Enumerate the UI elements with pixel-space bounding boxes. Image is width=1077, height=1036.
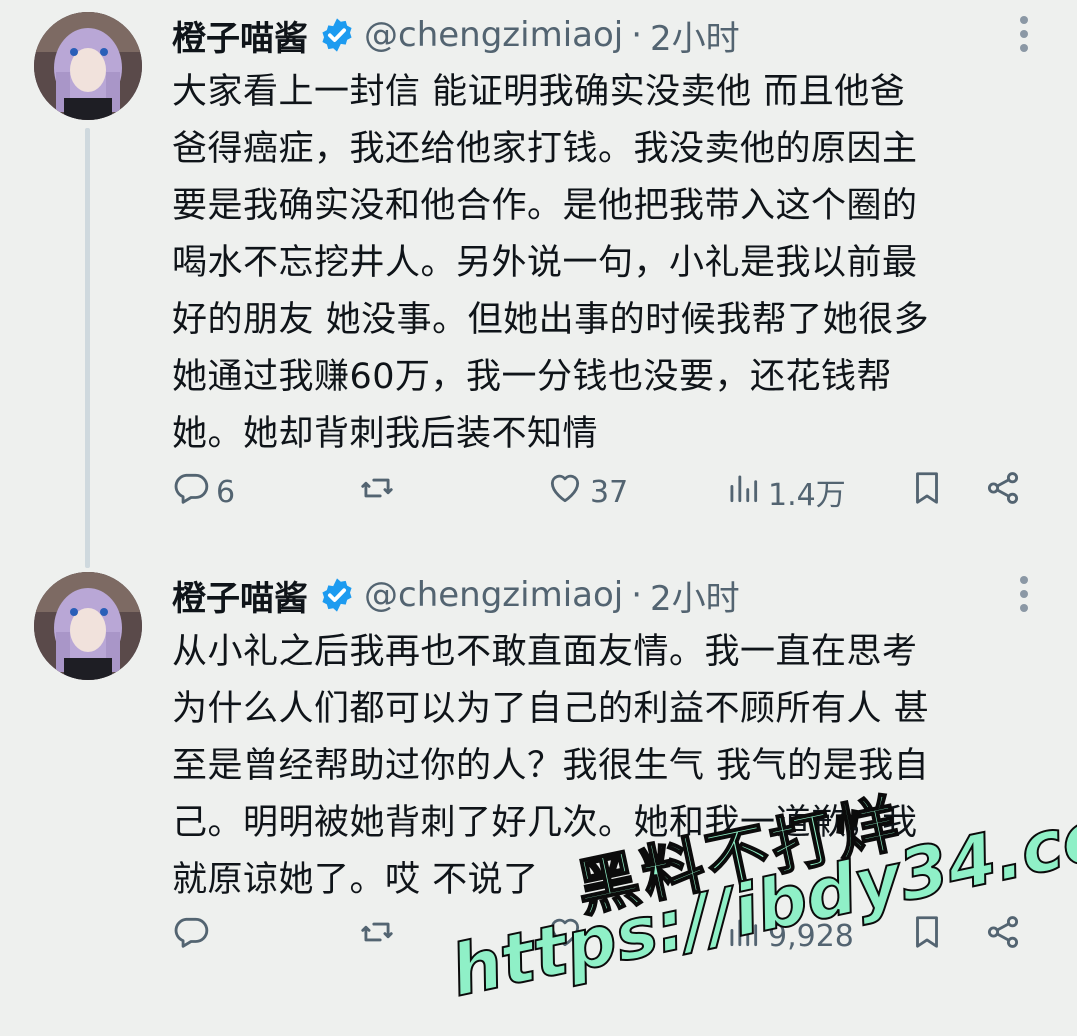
tweet-actions: 9,928 — [172, 910, 1042, 962]
thread-connector-line — [85, 128, 90, 568]
retweet-button[interactable] — [358, 466, 402, 518]
views-button[interactable]: 1.4万 — [724, 466, 846, 518]
tweet-header: 橙子喵酱 @chengzimiaoj · 2小时 — [172, 570, 740, 620]
retweet-button[interactable] — [358, 910, 402, 962]
tweet-text-line: 她。她却背刺我后装不知情 — [172, 414, 599, 454]
author-handle[interactable]: @chengzimiaoj — [364, 575, 623, 615]
views-chart-icon — [724, 913, 762, 959]
tweet-text-line: 从小礼之后我再也不敢直面友情。我一直在思考 — [172, 632, 918, 672]
tweet-text-line: 喝水不忘挖井人。另外说一句，小礼是我以前最 — [172, 243, 918, 283]
tweet-text-line: 大家看上一封信 能证明我确实没卖他 而且他爸 — [172, 72, 906, 112]
bookmark-icon — [908, 469, 946, 515]
tweet-text-line: 她通过我赚60万，我一分钱也没要，还花钱帮 — [172, 357, 893, 397]
bookmark-button[interactable] — [908, 466, 946, 518]
author-display-name[interactable]: 橙子喵酱 — [172, 571, 308, 620]
tweet-header: 橙子喵酱 @chengzimiaoj · 2小时 — [172, 10, 740, 60]
tweet-text-line: 至是曾经帮助过你的人？我很生气 我气的是我自 — [172, 746, 930, 786]
like-count: 37 — [590, 474, 629, 510]
tweet-text: 大家看上一封信 能证明我确实没卖他 而且他爸 爸得癌症，我还给他家打钱。我没卖他… — [172, 64, 1052, 463]
header-separator: · — [631, 575, 643, 615]
like-button[interactable] — [546, 910, 590, 962]
reply-icon — [172, 913, 210, 959]
views-button[interactable]: 9,928 — [724, 910, 854, 962]
tweet-text-line: 就原谅她了。哎 不说了 — [172, 860, 539, 900]
tweet[interactable]: 橙子喵酱 @chengzimiaoj · 2小时 大家看上一封信 能证明我确实没… — [0, 0, 1077, 568]
more-options-icon[interactable] — [1018, 574, 1032, 614]
tweet[interactable]: 橙子喵酱 @chengzimiaoj · 2小时 从小礼之后我再也不敢直面友情。… — [0, 560, 1077, 978]
views-chart-icon — [724, 469, 762, 515]
heart-icon — [546, 469, 584, 515]
tweet-text-line: 爸得癌症，我还给他家打钱。我没卖他的原因主 — [172, 129, 918, 169]
tweet-timestamp[interactable]: 2小时 — [650, 11, 740, 60]
more-options-icon[interactable] — [1018, 14, 1032, 54]
author-handle[interactable]: @chengzimiaoj — [364, 15, 623, 55]
views-count: 1.4万 — [768, 478, 846, 513]
like-button[interactable]: 37 — [546, 466, 628, 518]
avatar[interactable] — [34, 12, 142, 120]
reply-icon — [172, 469, 210, 515]
share-button[interactable] — [984, 466, 1022, 518]
retweet-icon — [358, 913, 396, 959]
heart-icon — [546, 913, 584, 959]
share-button[interactable] — [984, 910, 1022, 962]
reply-button[interactable]: 6 — [172, 466, 235, 518]
bookmark-button[interactable] — [908, 910, 946, 962]
tweet-text: 从小礼之后我再也不敢直面友情。我一直在思考 为什么人们都可以为了自己的利益不顾所… — [172, 624, 1052, 909]
tweet-timestamp[interactable]: 2小时 — [650, 571, 740, 620]
reply-count: 6 — [216, 474, 236, 510]
share-icon — [984, 469, 1022, 515]
tweet-text-line: 要是我确实没和他合作。是他把我带入这个圈的 — [172, 186, 918, 226]
retweet-icon — [358, 469, 396, 515]
views-count: 9,928 — [768, 918, 854, 954]
verified-badge-icon — [318, 16, 356, 54]
verified-badge-icon — [318, 576, 356, 614]
header-separator: · — [631, 15, 643, 55]
tweet-text-line: 己。明明被她背刺了好几次。她和我一道歉，我 — [172, 803, 918, 843]
tweet-text-line: 好的朋友 她没事。但她出事的时候我帮了她很多 — [172, 300, 930, 340]
author-display-name[interactable]: 橙子喵酱 — [172, 11, 308, 60]
reply-button[interactable] — [172, 910, 216, 962]
tweet-actions: 6 37 1.4万 — [172, 466, 1042, 518]
share-icon — [984, 913, 1022, 959]
bookmark-icon — [908, 913, 946, 959]
tweet-text-line: 为什么人们都可以为了自己的利益不顾所有人 甚 — [172, 689, 930, 729]
avatar[interactable] — [34, 572, 142, 680]
